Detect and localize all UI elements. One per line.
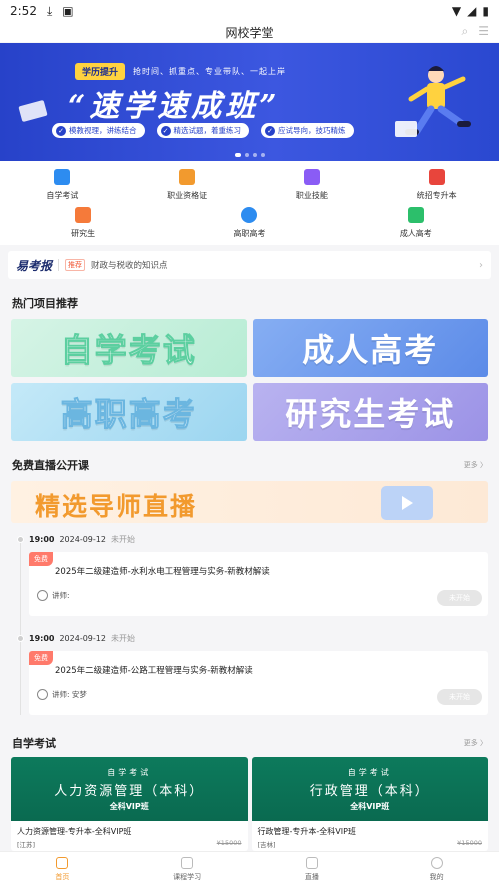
category-vocational-cert[interactable]: 职业资格证 xyxy=(125,169,250,201)
chevron-right-icon: › xyxy=(479,259,483,271)
menu-icon[interactable]: ☰ xyxy=(478,24,489,39)
course-title: 行政管理-专升本-全科VIP班 xyxy=(257,827,356,836)
news-badge: 推荐 xyxy=(65,259,86,271)
live-timeline: 19:00 2024-09-12 未开始 免费 2025年二级建造师-水利水电工… xyxy=(0,531,499,715)
news-ticker[interactable]: 易考报 推荐 财政与税收的知识点 › xyxy=(8,251,491,279)
hot-tile-adult-exam[interactable]: 成人高考 xyxy=(252,319,488,377)
tag-icon xyxy=(407,207,424,223)
news-text: 财政与税收的知识点 xyxy=(91,261,168,271)
live-section-title: 免费直播公开课 更多 〉 xyxy=(12,459,487,472)
title-bar: 网校学堂 ⌕ ☰ xyxy=(0,22,499,42)
download-icon: ⤓ xyxy=(46,3,53,18)
category-grid-row2: 研究生 高职高考 成人高考 xyxy=(0,207,499,245)
play-icon xyxy=(241,207,258,223)
category-vocational-college[interactable]: 高职高考 xyxy=(166,207,332,239)
video-icon xyxy=(305,857,318,869)
bottom-tab-bar: 首页 课程学习 直播 我的 xyxy=(0,851,499,887)
live-more-link[interactable]: 更多 〉 xyxy=(464,460,487,470)
banner-pill: ✓ 应试导向，技巧精炼 xyxy=(261,123,354,138)
notification-icon: ▣ xyxy=(62,4,74,18)
category-vocational-skill[interactable]: 职业技能 xyxy=(250,169,375,201)
banner-pill: ✓ 精选试题，着重练习 xyxy=(156,123,249,138)
news-brand: 易考报 xyxy=(16,258,53,273)
status-bar: 2:52 ⤓ ▣ ▼ ◢ ▮ xyxy=(0,0,499,22)
course-cover: 自学考试 人力资源管理（本科） 全科VIP班 xyxy=(11,757,248,821)
check-icon: ✓ xyxy=(56,125,66,136)
category-self-study-exam[interactable]: 自学考试 xyxy=(0,169,125,201)
search-icon[interactable]: ⌕ xyxy=(462,24,469,39)
paper-icon xyxy=(18,99,48,123)
envelope-icon xyxy=(75,207,92,223)
battery-icon: ▮ xyxy=(482,4,489,18)
promo-banner[interactable]: 学历提升 抢时间、抓重点、专业带队、一起上岸 “速学速成班” ✓ 模教视理，讲练结… xyxy=(0,43,499,161)
live-course-title: 2025年二级建造师-水利水电工程管理与实务-新教材解读 xyxy=(55,567,270,577)
carousel-dots[interactable] xyxy=(0,153,499,157)
live-course-title: 2025年二级建造师-公路工程管理与实务-新教材解读 xyxy=(55,666,253,676)
course-card[interactable]: 自学考试 行政管理（本科） 全科VIP班 行政管理-专升本-全科VIP班 [吉林… xyxy=(251,757,488,851)
free-badge: 免费 xyxy=(29,552,53,566)
tab-live[interactable]: 直播 xyxy=(250,852,375,887)
check-icon: ✓ xyxy=(265,125,275,136)
self-study-section-title: 自学考试 更多 〉 xyxy=(12,737,487,750)
not-started-button[interactable]: 未开始 xyxy=(437,590,482,606)
book-icon xyxy=(181,857,194,869)
live-banner[interactable]: 精选导师直播 xyxy=(11,481,488,523)
skill-icon xyxy=(303,169,320,185)
live-item: 19:00 2024-09-12 未开始 免费 2025年二级建造师-水利水电工… xyxy=(11,531,488,616)
user-icon xyxy=(37,590,48,601)
tab-mine[interactable]: 我的 xyxy=(374,852,499,887)
user-icon xyxy=(37,689,48,700)
banner-tag: 学历提升 xyxy=(75,63,126,80)
live-banner-text: 精选导师直播 xyxy=(35,492,198,521)
check-icon: ✓ xyxy=(160,125,171,136)
course-title: 人力资源管理-专升本-全科VIP班 xyxy=(17,827,132,836)
category-grid: 自学考试 职业资格证 职业技能 统招专升本 xyxy=(0,161,499,207)
home-icon xyxy=(56,857,69,869)
category-graduate[interactable]: 研究生 xyxy=(0,207,166,239)
star-icon xyxy=(428,169,445,185)
certificate-icon xyxy=(179,169,196,185)
user-icon xyxy=(430,857,443,869)
wifi-icon: ▼ xyxy=(451,4,462,18)
signal-icon: ◢ xyxy=(467,4,477,18)
hot-tile-self-study[interactable]: 自学考试 xyxy=(11,319,247,377)
self-study-more-link[interactable]: 更多 〉 xyxy=(464,738,487,748)
hot-grid: 自学考试 成人高考 高职高考 研究生考试 xyxy=(0,319,499,441)
free-badge: 免费 xyxy=(29,651,53,665)
course-cover: 自学考试 行政管理（本科） 全科VIP班 xyxy=(251,757,488,821)
tab-home[interactable]: 首页 xyxy=(0,852,125,887)
course-card[interactable]: 自学考试 人力资源管理（本科） 全科VIP班 人力资源管理-专升本-全科VIP班… xyxy=(11,757,248,851)
status-time: 2:52 xyxy=(10,4,37,18)
tab-course-study[interactable]: 课程学习 xyxy=(125,852,250,887)
live-card[interactable]: 免费 2025年二级建造师-水利水电工程管理与实务-新教材解读 讲师: 未开始 xyxy=(29,552,488,616)
category-adult-exam[interactable]: 成人高考 xyxy=(333,207,499,239)
banner-tagline: 抢时间、抓重点、专业带队、一起上岸 xyxy=(133,67,287,76)
live-card[interactable]: 免费 2025年二级建造师-公路工程管理与实务-新教材解读 讲师: 安梦 未开始 xyxy=(29,651,488,715)
hot-tile-vocational[interactable]: 高职高考 xyxy=(11,383,247,441)
live-item: 19:00 2024-09-12 未开始 免费 2025年二级建造师-公路工程管… xyxy=(11,630,488,715)
banner-pill: ✓ 模教视理，讲练结合 xyxy=(52,123,145,138)
banner-headline: “速学速成班” xyxy=(68,89,281,124)
runner-illustration xyxy=(395,66,471,137)
page-title: 网校学堂 xyxy=(225,25,274,40)
hot-tile-graduate[interactable]: 研究生考试 xyxy=(252,383,488,441)
book-icon xyxy=(54,169,71,185)
category-upgrade[interactable]: 统招专升本 xyxy=(374,169,499,201)
tv-play-icon xyxy=(381,486,433,520)
hot-section-title: 热门项目推荐 xyxy=(12,297,78,310)
not-started-button[interactable]: 未开始 xyxy=(437,689,482,705)
course-grid: 自学考试 人力资源管理（本科） 全科VIP班 人力资源管理-专升本-全科VIP班… xyxy=(0,757,499,851)
